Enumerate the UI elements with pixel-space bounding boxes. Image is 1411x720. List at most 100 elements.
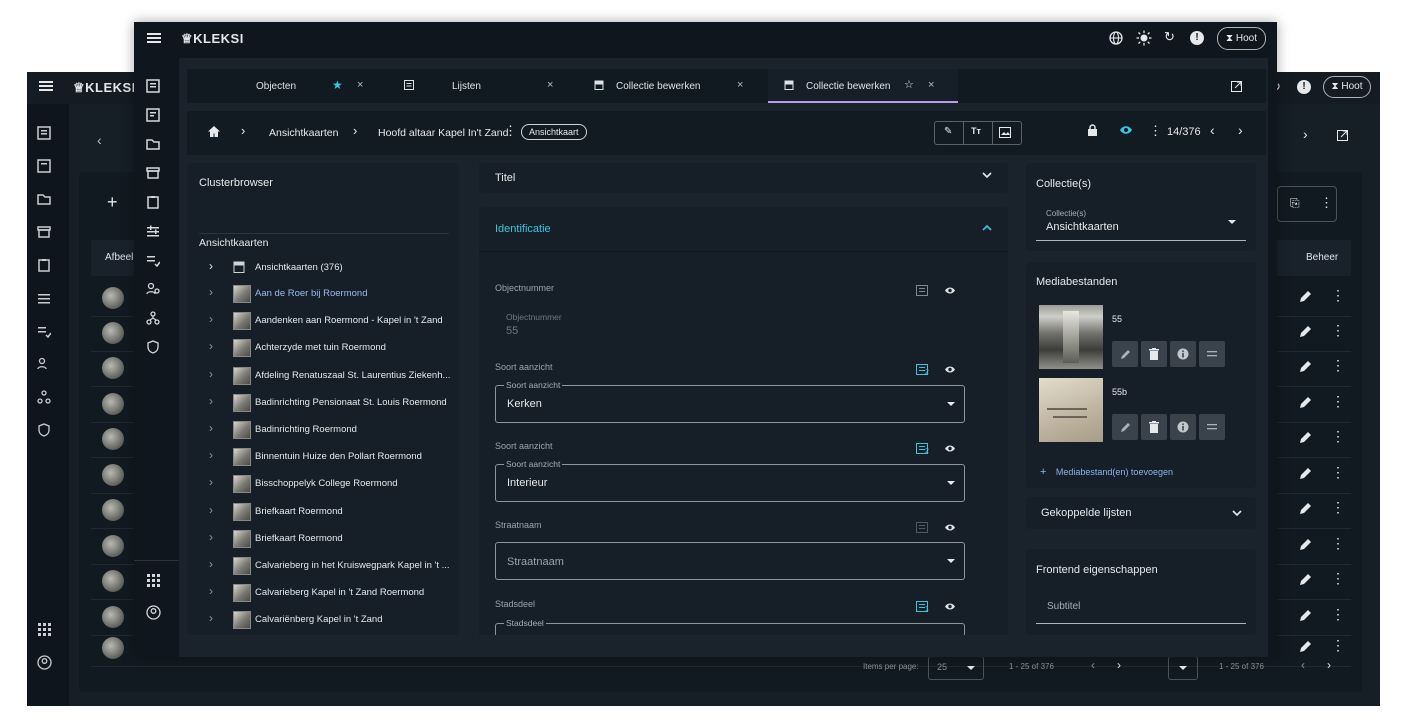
close-icon[interactable]: × [737,79,743,91]
tree-item[interactable]: › Briefkaart Roermond [209,529,449,548]
bg-shield-icon[interactable] [37,423,55,441]
user-chip[interactable]: ⧗ Hoot [1217,27,1266,50]
bg-row-more-icon[interactable]: ⋮ [1331,570,1345,587]
sidebar-hierarchy-icon[interactable] [146,311,164,325]
tree-item[interactable]: › Calvarieberg in het Kruiswegpark Kapel … [209,557,450,575]
chevron-right-icon[interactable]: › [209,421,213,435]
bg-page-next-icon[interactable]: › [1117,658,1121,672]
bg-export-icon[interactable]: ⎘ [1290,196,1300,211]
chevron-right-icon[interactable]: › [209,285,213,299]
previous-record-icon[interactable]: ‹ [1210,122,1215,138]
bg-edit-icon[interactable] [1299,325,1312,338]
bg-menu-icon[interactable] [39,80,53,92]
bg-row-more-icon[interactable]: ⋮ [1331,637,1345,654]
bg-edit-icon[interactable] [1299,431,1312,444]
bg-more-icon[interactable]: ⋮ [1320,195,1333,211]
info-icon[interactable] [1170,414,1196,440]
bg-row-more-icon[interactable]: ⋮ [1331,287,1345,304]
close-icon[interactable]: × [928,79,934,91]
chevron-right-icon[interactable]: › [209,611,213,625]
bg-edit-icon[interactable] [1299,573,1312,586]
image-icon[interactable] [999,127,1011,138]
chevron-right-icon[interactable]: › [209,584,213,598]
close-icon[interactable]: × [547,79,553,91]
menu-icon[interactable] [147,32,161,44]
bg-objects-icon[interactable] [37,126,55,144]
bg-open-external-icon[interactable] [1337,130,1348,141]
sidebar-objects-icon[interactable] [146,79,164,93]
eye-active-icon[interactable] [1119,125,1133,135]
media-thumbnail-2[interactable] [1039,378,1103,442]
bg-row-more-icon[interactable]: ⋮ [1331,428,1345,445]
subtitel-input[interactable]: Subtitel [1036,593,1246,624]
info-icon[interactable] [1170,341,1196,367]
home-icon[interactable] [207,125,221,138]
sidebar-clipboard-icon[interactable] [146,195,164,209]
brush-icon[interactable]: ✎ [944,126,952,137]
breadcrumb-item[interactable]: Hoofd altaar Kapel In't Zand [378,127,508,139]
bg-sliders-icon[interactable] [37,291,55,309]
sidebar-checklist-icon[interactable] [146,253,164,267]
soort-aanzicht-select-1[interactable]: Soort aanzicht Kerken [495,380,965,423]
bg-list-icon[interactable] [37,159,55,177]
bg-edit-icon[interactable] [1299,538,1312,551]
collecties-select[interactable]: Collectie(s) Ansichtkaarten [1036,206,1246,241]
bg-hierarchy-icon[interactable] [37,390,55,408]
list-alt-icon[interactable] [916,285,928,296]
tab-lijsten[interactable]: Lijsten × [392,69,567,103]
gekoppelde-lijsten-panel[interactable]: Gekoppelde lijsten [1026,497,1256,529]
list-alt-icon[interactable] [916,522,928,533]
tree-item[interactable]: › Afdeling Renatuszaal St. Laurentius Zie… [209,366,450,385]
sidebar-sliders-icon[interactable] [146,224,164,238]
bg-row-more-icon[interactable]: ⋮ [1331,606,1345,623]
eye-icon[interactable] [944,286,956,295]
type-chip[interactable]: Ansichtkaart [521,124,587,140]
tree-item[interactable]: › Binnentuin Huize den Pollart Roermond [209,448,449,467]
bg-checklist-icon[interactable] [37,324,55,342]
chevron-right-icon[interactable]: › [209,367,213,381]
chevron-right-icon[interactable]: › [209,312,213,326]
bg-items-per-page-select[interactable]: 25 [928,656,984,680]
tree-item[interactable]: › Aandenken aan Roermond - Kapel in 't Za… [209,312,449,331]
bg-page-prev-icon[interactable]: ‹ [1091,658,1095,672]
bg-edit-icon[interactable] [1299,360,1312,373]
edit-icon[interactable] [1112,414,1138,440]
add-media-button[interactable]: + Mediabestand(en) toevoegen [1040,462,1173,480]
tree-item[interactable]: › Bisschoppelyk College Roermond [209,475,449,494]
sidebar-list-icon[interactable] [146,108,164,122]
close-icon[interactable]: × [357,79,363,91]
section-identificatie-header[interactable]: Identificatie [479,207,1008,251]
soort-aanzicht-select-2[interactable]: Soort aanzicht Interieur [495,459,965,502]
theme-sun-icon[interactable] [1136,30,1152,46]
bg-back-icon[interactable]: ‹ [97,132,102,148]
chevron-right-icon[interactable]: › [209,503,213,517]
delete-icon[interactable] [1141,341,1167,367]
bg-edit-icon[interactable] [1299,467,1312,480]
text-format-icon[interactable]: Tт [971,126,981,136]
bg-folder-icon[interactable] [37,192,55,210]
drag-handle-icon[interactable] [1199,414,1225,440]
lock-icon[interactable] [1087,124,1098,137]
alert-icon[interactable]: ! [1190,31,1204,45]
bg-edit-icon[interactable] [1299,396,1312,409]
bg-action-box[interactable]: ⎘ ⋮ [1277,186,1337,222]
chevron-right-icon[interactable]: › [209,557,213,571]
bg-items-per-page-select-2[interactable] [1168,656,1198,680]
bg-add-icon[interactable]: + [107,192,118,213]
bg-alert-icon[interactable]: ! [1297,80,1311,94]
star-filled-icon[interactable]: ★ [332,78,343,92]
refresh-icon[interactable]: ↻ [1164,29,1175,45]
tree-item[interactable]: › Aan de Roer bij Roermond [209,285,449,303]
bg-clipboard-icon[interactable] [37,258,55,276]
chevron-right-icon[interactable]: › [209,339,213,353]
bg-row-more-icon[interactable]: ⋮ [1331,393,1345,410]
apps-icon[interactable] [146,573,160,587]
chevron-right-icon[interactable]: › [209,394,213,408]
bg-row-more-icon[interactable]: ⋮ [1331,499,1345,516]
tree-group-row[interactable]: › Ansichtkaarten (376) [209,259,449,275]
sidebar-archive-icon[interactable] [146,166,164,180]
tree-item[interactable]: › Briefkaart Roermond [209,502,449,521]
star-outline-icon[interactable]: ☆ [904,78,914,91]
tab-collectie-bewerken[interactable]: Collectie bewerken × [585,69,760,103]
bg-page-next-icon-2[interactable]: › [1327,658,1331,672]
